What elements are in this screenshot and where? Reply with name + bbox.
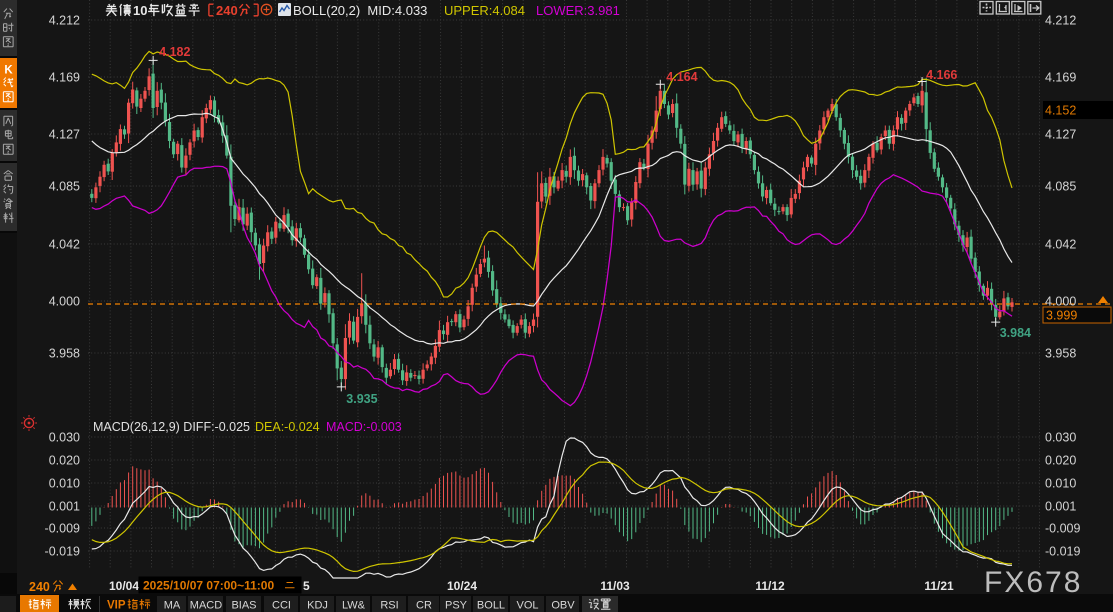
svg-text:4.169: 4.169 xyxy=(49,71,80,85)
svg-text:11/12: 11/12 xyxy=(755,579,785,593)
svg-text:RSI: RSI xyxy=(380,600,398,612)
svg-text:KDJ: KDJ xyxy=(307,600,328,612)
svg-text:0.010: 0.010 xyxy=(1045,477,1076,491)
svg-text:4.000: 4.000 xyxy=(1045,295,1076,309)
svg-text:-0.009: -0.009 xyxy=(1045,522,1080,536)
svg-text:BOLL(20,2) MID:4.033: BOLL(20,2) MID:4.033 xyxy=(293,3,427,18)
svg-text:BOLL: BOLL xyxy=(477,600,505,612)
svg-text:LW&: LW& xyxy=(342,600,366,612)
svg-text:10/04: 10/04 xyxy=(109,579,139,593)
svg-text:2025/10/07 07:00~11:00: 2025/10/07 07:00~11:00 xyxy=(143,579,274,593)
svg-text:BIAS: BIAS xyxy=(231,600,256,612)
svg-text:PSY: PSY xyxy=(445,600,468,612)
svg-text:5: 5 xyxy=(303,579,310,593)
svg-text:11/03: 11/03 xyxy=(600,579,630,593)
svg-text:10/24: 10/24 xyxy=(447,579,477,593)
svg-text:11/21: 11/21 xyxy=(924,579,954,593)
svg-text:-0.019: -0.019 xyxy=(1045,545,1080,559)
svg-text:4.127: 4.127 xyxy=(1045,128,1076,142)
svg-text:0.030: 0.030 xyxy=(49,431,80,445)
svg-text:0.001: 0.001 xyxy=(49,500,80,514)
svg-text:3.999: 3.999 xyxy=(1046,309,1077,323)
svg-text:OBV: OBV xyxy=(551,600,575,612)
svg-text:4.127: 4.127 xyxy=(49,128,80,142)
svg-text:4.000: 4.000 xyxy=(49,295,80,309)
svg-text:MACD:-0.003: MACD:-0.003 xyxy=(326,420,402,434)
svg-text:0.010: 0.010 xyxy=(49,477,80,491)
svg-text:4.212: 4.212 xyxy=(49,14,80,28)
svg-text:0.020: 0.020 xyxy=(49,454,80,468)
svg-text:3.958: 3.958 xyxy=(1045,347,1076,361)
svg-text:MACD(26,12,9) DIFF:-0.025: MACD(26,12,9) DIFF:-0.025 xyxy=(93,420,250,434)
svg-text:10: 10 xyxy=(133,3,147,18)
svg-text:0.001: 0.001 xyxy=(1045,500,1076,514)
svg-text:3.984: 3.984 xyxy=(1000,326,1031,340)
svg-text:4.085: 4.085 xyxy=(1045,180,1076,194)
svg-text:4.166: 4.166 xyxy=(926,68,957,82)
svg-text:4.212: 4.212 xyxy=(1045,14,1076,28)
svg-text:K: K xyxy=(4,65,13,77)
svg-text:DEA:-0.024: DEA:-0.024 xyxy=(255,420,320,434)
svg-text:4.182: 4.182 xyxy=(159,45,190,59)
svg-text:UPPER:4.084: UPPER:4.084 xyxy=(444,3,525,18)
svg-text:CR: CR xyxy=(416,600,432,612)
svg-text:0.030: 0.030 xyxy=(1045,431,1076,445)
svg-text:3.935: 3.935 xyxy=(346,392,377,406)
svg-text:4.085: 4.085 xyxy=(49,180,80,194)
svg-text:MACD: MACD xyxy=(190,600,222,612)
svg-text:0.020: 0.020 xyxy=(1045,454,1076,468)
svg-text:4.152: 4.152 xyxy=(1045,104,1076,118)
svg-text:VOL: VOL xyxy=(516,600,538,612)
svg-text:-0.019: -0.019 xyxy=(45,545,80,559)
svg-text:3.958: 3.958 xyxy=(49,347,80,361)
svg-text:-0.009: -0.009 xyxy=(45,522,80,536)
svg-text:LOWER:3.981: LOWER:3.981 xyxy=(536,3,620,18)
svg-text:4.164: 4.164 xyxy=(666,70,697,84)
svg-text:CCI: CCI xyxy=(272,600,291,612)
svg-text:4.042: 4.042 xyxy=(1045,238,1076,252)
svg-text:240: 240 xyxy=(216,3,238,18)
svg-text:VIP: VIP xyxy=(107,600,126,612)
svg-text:4.042: 4.042 xyxy=(49,238,80,252)
svg-text:4.169: 4.169 xyxy=(1045,71,1076,85)
svg-text:MA: MA xyxy=(164,600,181,612)
svg-text:240: 240 xyxy=(29,580,50,594)
